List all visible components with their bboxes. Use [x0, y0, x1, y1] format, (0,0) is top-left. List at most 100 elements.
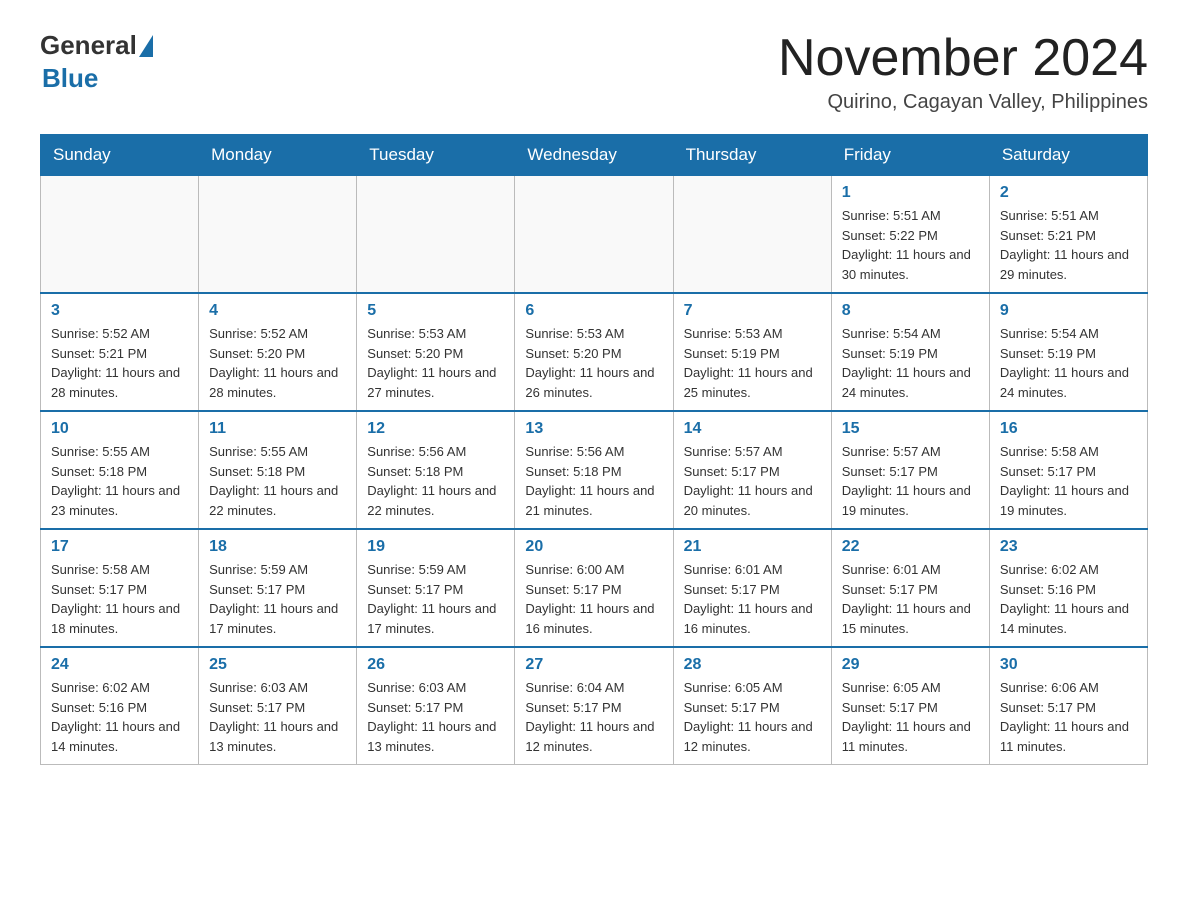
day-cell: 1 Sunrise: 5:51 AM Sunset: 5:22 PM Daylig… — [831, 176, 989, 294]
day-info: Sunrise: 5:57 AM Sunset: 5:17 PM Dayligh… — [684, 442, 821, 520]
day-number: 19 — [367, 538, 504, 556]
logo-triangle-icon — [139, 35, 153, 57]
day-cell: 23 Sunrise: 6:02 AM Sunset: 5:16 PM Dayli… — [989, 529, 1147, 647]
day-cell: 4 Sunrise: 5:52 AM Sunset: 5:20 PM Daylig… — [199, 293, 357, 411]
logo-blue: Blue — [42, 63, 98, 94]
day-info: Sunrise: 5:56 AM Sunset: 5:18 PM Dayligh… — [525, 442, 662, 520]
day-cell: 16 Sunrise: 5:58 AM Sunset: 5:17 PM Dayli… — [989, 411, 1147, 529]
day-cell — [357, 176, 515, 294]
day-number: 27 — [525, 656, 662, 674]
day-cell: 26 Sunrise: 6:03 AM Sunset: 5:17 PM Dayli… — [357, 647, 515, 765]
header-day-tuesday: Tuesday — [357, 135, 515, 176]
week-row-3: 10 Sunrise: 5:55 AM Sunset: 5:18 PM Dayli… — [41, 411, 1148, 529]
day-number: 30 — [1000, 656, 1137, 674]
day-cell: 13 Sunrise: 5:56 AM Sunset: 5:18 PM Dayli… — [515, 411, 673, 529]
day-cell: 17Sunrise: 5:58 AM Sunset: 5:17 PM Dayli… — [41, 529, 199, 647]
day-number: 7 — [684, 302, 821, 320]
logo-general: General — [40, 30, 137, 61]
day-number: 10 — [51, 420, 188, 438]
day-cell — [673, 176, 831, 294]
day-info: Sunrise: 6:03 AM Sunset: 5:17 PM Dayligh… — [367, 678, 504, 756]
day-cell: 21Sunrise: 6:01 AM Sunset: 5:17 PM Dayli… — [673, 529, 831, 647]
day-info: Sunrise: 6:05 AM Sunset: 5:17 PM Dayligh… — [684, 678, 821, 756]
day-info: Sunrise: 5:58 AM Sunset: 5:17 PM Dayligh… — [51, 560, 188, 638]
header-day-wednesday: Wednesday — [515, 135, 673, 176]
calendar-table: SundayMondayTuesdayWednesdayThursdayFrid… — [40, 134, 1148, 765]
week-row-2: 3 Sunrise: 5:52 AM Sunset: 5:21 PM Daylig… — [41, 293, 1148, 411]
day-cell: 9 Sunrise: 5:54 AM Sunset: 5:19 PM Daylig… — [989, 293, 1147, 411]
day-info: Sunrise: 5:54 AM Sunset: 5:19 PM Dayligh… — [1000, 324, 1137, 402]
day-cell: 24 Sunrise: 6:02 AM Sunset: 5:16 PM Dayli… — [41, 647, 199, 765]
day-info: Sunrise: 5:51 AM Sunset: 5:22 PM Dayligh… — [842, 206, 979, 284]
day-number: 6 — [525, 302, 662, 320]
day-number: 20 — [525, 538, 662, 556]
day-info: Sunrise: 6:02 AM Sunset: 5:16 PM Dayligh… — [51, 678, 188, 756]
day-cell: 29Sunrise: 6:05 AM Sunset: 5:17 PM Dayli… — [831, 647, 989, 765]
week-row-4: 17Sunrise: 5:58 AM Sunset: 5:17 PM Dayli… — [41, 529, 1148, 647]
day-info: Sunrise: 6:06 AM Sunset: 5:17 PM Dayligh… — [1000, 678, 1137, 756]
header-day-saturday: Saturday — [989, 135, 1147, 176]
day-cell: 25 Sunrise: 6:03 AM Sunset: 5:17 PM Dayli… — [199, 647, 357, 765]
day-number: 3 — [51, 302, 188, 320]
page-header: General Blue November 2024 Quirino, Caga… — [40, 30, 1148, 114]
day-number: 5 — [367, 302, 504, 320]
day-info: Sunrise: 6:00 AM Sunset: 5:17 PM Dayligh… — [525, 560, 662, 638]
day-number: 25 — [209, 656, 346, 674]
day-number: 9 — [1000, 302, 1137, 320]
day-number: 8 — [842, 302, 979, 320]
day-number: 13 — [525, 420, 662, 438]
day-info: Sunrise: 5:56 AM Sunset: 5:18 PM Dayligh… — [367, 442, 504, 520]
day-number: 16 — [1000, 420, 1137, 438]
month-title: November 2024 — [778, 30, 1148, 87]
day-info: Sunrise: 5:52 AM Sunset: 5:20 PM Dayligh… — [209, 324, 346, 402]
header-day-monday: Monday — [199, 135, 357, 176]
day-info: Sunrise: 5:59 AM Sunset: 5:17 PM Dayligh… — [209, 560, 346, 638]
day-info: Sunrise: 5:51 AM Sunset: 5:21 PM Dayligh… — [1000, 206, 1137, 284]
day-number: 29 — [842, 656, 979, 674]
day-info: Sunrise: 6:01 AM Sunset: 5:17 PM Dayligh… — [684, 560, 821, 638]
location-subtitle: Quirino, Cagayan Valley, Philippines — [778, 91, 1148, 114]
day-cell: 27 Sunrise: 6:04 AM Sunset: 5:17 PM Dayli… — [515, 647, 673, 765]
day-info: Sunrise: 5:53 AM Sunset: 5:19 PM Dayligh… — [684, 324, 821, 402]
day-cell: 11 Sunrise: 5:55 AM Sunset: 5:18 PM Dayli… — [199, 411, 357, 529]
day-number: 14 — [684, 420, 821, 438]
day-number: 4 — [209, 302, 346, 320]
day-number: 15 — [842, 420, 979, 438]
day-cell: 28 Sunrise: 6:05 AM Sunset: 5:17 PM Dayli… — [673, 647, 831, 765]
day-cell: 10Sunrise: 5:55 AM Sunset: 5:18 PM Dayli… — [41, 411, 199, 529]
day-info: Sunrise: 6:01 AM Sunset: 5:17 PM Dayligh… — [842, 560, 979, 638]
header-row: SundayMondayTuesdayWednesdayThursdayFrid… — [41, 135, 1148, 176]
day-info: Sunrise: 5:57 AM Sunset: 5:17 PM Dayligh… — [842, 442, 979, 520]
day-cell: 8 Sunrise: 5:54 AM Sunset: 5:19 PM Daylig… — [831, 293, 989, 411]
day-number: 24 — [51, 656, 188, 674]
day-cell: 22 Sunrise: 6:01 AM Sunset: 5:17 PM Dayli… — [831, 529, 989, 647]
day-number: 23 — [1000, 538, 1137, 556]
day-number: 2 — [1000, 184, 1137, 202]
day-info: Sunrise: 5:54 AM Sunset: 5:19 PM Dayligh… — [842, 324, 979, 402]
day-info: Sunrise: 5:59 AM Sunset: 5:17 PM Dayligh… — [367, 560, 504, 638]
day-info: Sunrise: 5:55 AM Sunset: 5:18 PM Dayligh… — [209, 442, 346, 520]
day-number: 1 — [842, 184, 979, 202]
header-day-friday: Friday — [831, 135, 989, 176]
day-info: Sunrise: 6:02 AM Sunset: 5:16 PM Dayligh… — [1000, 560, 1137, 638]
week-row-1: 1 Sunrise: 5:51 AM Sunset: 5:22 PM Daylig… — [41, 176, 1148, 294]
day-cell: 2 Sunrise: 5:51 AM Sunset: 5:21 PM Daylig… — [989, 176, 1147, 294]
day-cell: 3 Sunrise: 5:52 AM Sunset: 5:21 PM Daylig… — [41, 293, 199, 411]
logo-text: General — [40, 30, 155, 61]
logo: General Blue — [40, 30, 155, 94]
day-info: Sunrise: 5:58 AM Sunset: 5:17 PM Dayligh… — [1000, 442, 1137, 520]
day-info: Sunrise: 6:03 AM Sunset: 5:17 PM Dayligh… — [209, 678, 346, 756]
day-number: 28 — [684, 656, 821, 674]
day-number: 11 — [209, 420, 346, 438]
day-number: 22 — [842, 538, 979, 556]
day-info: Sunrise: 5:52 AM Sunset: 5:21 PM Dayligh… — [51, 324, 188, 402]
week-row-5: 24 Sunrise: 6:02 AM Sunset: 5:16 PM Dayli… — [41, 647, 1148, 765]
title-section: November 2024 Quirino, Cagayan Valley, P… — [778, 30, 1148, 114]
day-cell — [41, 176, 199, 294]
day-number: 26 — [367, 656, 504, 674]
day-cell: 15 Sunrise: 5:57 AM Sunset: 5:17 PM Dayli… — [831, 411, 989, 529]
day-cell: 20 Sunrise: 6:00 AM Sunset: 5:17 PM Dayli… — [515, 529, 673, 647]
day-info: Sunrise: 6:04 AM Sunset: 5:17 PM Dayligh… — [525, 678, 662, 756]
day-cell — [199, 176, 357, 294]
day-info: Sunrise: 5:53 AM Sunset: 5:20 PM Dayligh… — [525, 324, 662, 402]
